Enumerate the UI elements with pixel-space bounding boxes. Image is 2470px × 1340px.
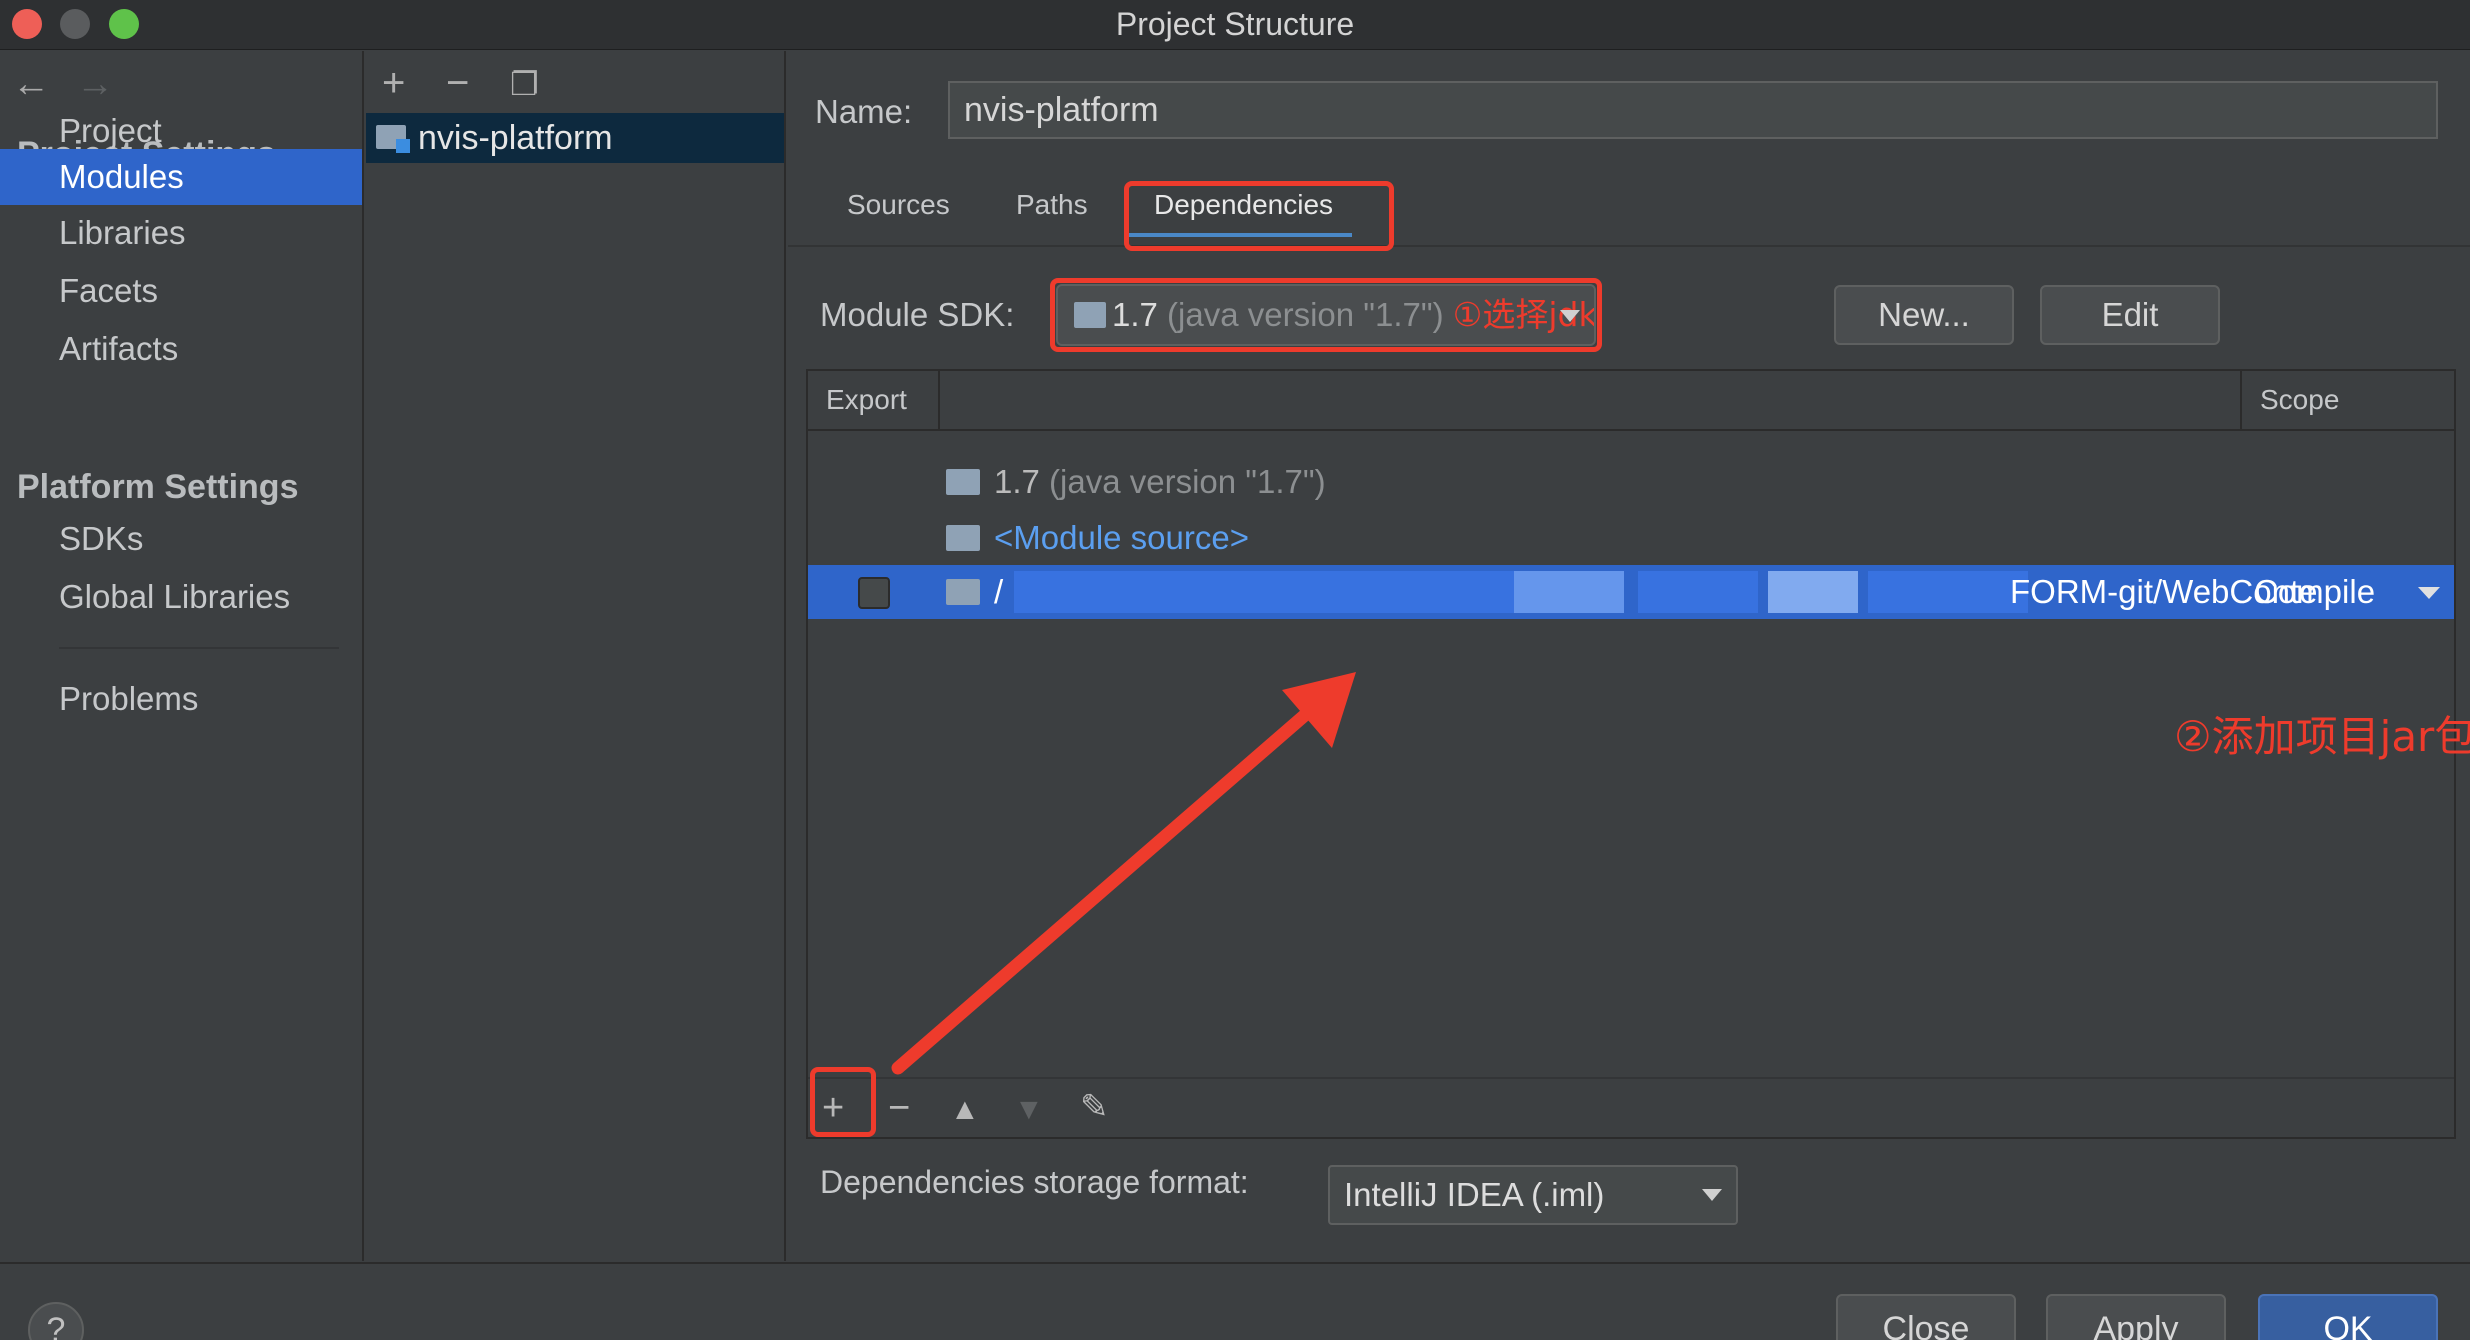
sidebar-item-libraries[interactable]: Libraries	[0, 205, 362, 261]
forward-arrow-icon[interactable]: →	[76, 63, 114, 106]
close-button[interactable]: Close	[1836, 1294, 2016, 1340]
sidebar: ← → Project Settings Project Modules Lib…	[0, 51, 364, 1261]
module-item-label: nvis-platform	[418, 119, 613, 157]
module-name-input[interactable]: nvis-platform	[948, 81, 2438, 139]
annotation-add-jar: ②添加项目jar包	[2174, 712, 2470, 761]
dependency-label: 1.7 (java version "1.7")	[994, 463, 1326, 500]
redacted-path	[1638, 571, 1758, 613]
storage-format-value: IntelliJ IDEA (.iml)	[1344, 1176, 1605, 1213]
tabs-divider	[788, 245, 2470, 247]
move-up-icon[interactable]: ▲	[950, 1093, 980, 1127]
folder-icon	[946, 579, 980, 605]
copy-module-icon[interactable]: ❐	[510, 65, 539, 103]
tab-paths[interactable]: Paths	[1016, 189, 1088, 221]
source-folder-icon	[946, 525, 980, 551]
redacted-path	[1514, 571, 1624, 613]
dependency-label: <Module source>	[994, 519, 1249, 556]
remove-module-icon[interactable]: −	[446, 61, 469, 106]
back-arrow-icon[interactable]: ←	[12, 63, 50, 106]
sidebar-item-problems[interactable]: Problems	[0, 671, 362, 727]
move-down-icon[interactable]: ▼	[1014, 1093, 1044, 1127]
sidebar-item-modules[interactable]: Modules	[0, 149, 362, 205]
module-item-nvis-platform[interactable]: nvis-platform	[366, 113, 784, 163]
tab-sources[interactable]: Sources	[847, 189, 950, 221]
sidebar-item-global-libraries[interactable]: Global Libraries	[0, 569, 362, 625]
dialog-footer: ? Close Apply OK	[0, 1262, 2470, 1340]
module-list-panel: + − ❐ nvis-platform	[366, 51, 786, 1261]
chevron-down-icon	[1702, 1189, 1722, 1201]
sidebar-item-facets[interactable]: Facets	[0, 263, 362, 319]
table-row-module-source[interactable]: <Module source>	[808, 511, 2454, 565]
sidebar-item-sdks[interactable]: SDKs	[0, 511, 362, 567]
module-detail-panel: Name: nvis-platform Sources Paths Depend…	[788, 51, 2470, 1261]
table-toolbar: + − ▲ ▼ ✎	[808, 1077, 2454, 1139]
scope-chevron-down-icon[interactable]	[2418, 587, 2440, 599]
redacted-path	[1868, 571, 2028, 613]
table-row-sdk[interactable]: 1.7 (java version "1.7")	[808, 455, 2454, 509]
edit-sdk-button[interactable]: Edit	[2040, 285, 2220, 345]
ok-button[interactable]: OK	[2258, 1294, 2438, 1340]
column-header-export[interactable]: Export	[808, 371, 940, 429]
storage-format-label: Dependencies storage format:	[820, 1164, 1249, 1200]
edit-pencil-icon[interactable]: ✎	[1080, 1087, 1109, 1127]
column-header-dependency[interactable]	[940, 371, 2242, 429]
sidebar-item-artifacts[interactable]: Artifacts	[0, 321, 362, 377]
redacted-path	[1014, 571, 1514, 613]
name-label: Name:	[815, 93, 913, 130]
table-header: Export Scope	[808, 371, 2454, 431]
export-checkbox[interactable]	[858, 577, 890, 609]
help-button[interactable]: ?	[28, 1302, 84, 1340]
new-sdk-button[interactable]: New...	[1834, 285, 2014, 345]
dependency-path: /	[994, 573, 1004, 610]
annotation-box-sdk	[1050, 278, 1602, 352]
remove-dependency-icon[interactable]: −	[888, 1087, 910, 1130]
redacted-path	[1768, 571, 1858, 613]
title-bar: Project Structure	[0, 0, 2470, 50]
section-platform-settings: Platform Settings	[17, 468, 299, 506]
column-header-scope[interactable]: Scope	[2242, 371, 2454, 429]
scope-value[interactable]: Compile	[2254, 565, 2375, 619]
annotation-box-dependencies-tab	[1124, 181, 1394, 251]
sdk-folder-icon	[946, 469, 980, 495]
sidebar-divider	[59, 647, 339, 649]
annotation-box-add-button	[810, 1067, 876, 1137]
window-title: Project Structure	[1115, 6, 1355, 42]
module-folder-icon	[376, 125, 410, 153]
add-module-icon[interactable]: +	[382, 61, 405, 106]
storage-format-dropdown[interactable]: IntelliJ IDEA (.iml)	[1328, 1165, 1738, 1225]
apply-button[interactable]: Apply	[2046, 1294, 2226, 1340]
module-sdk-label: Module SDK:	[820, 296, 1015, 333]
table-row-jar-directory[interactable]: / FORM-git/WebConte Compile	[808, 565, 2454, 619]
